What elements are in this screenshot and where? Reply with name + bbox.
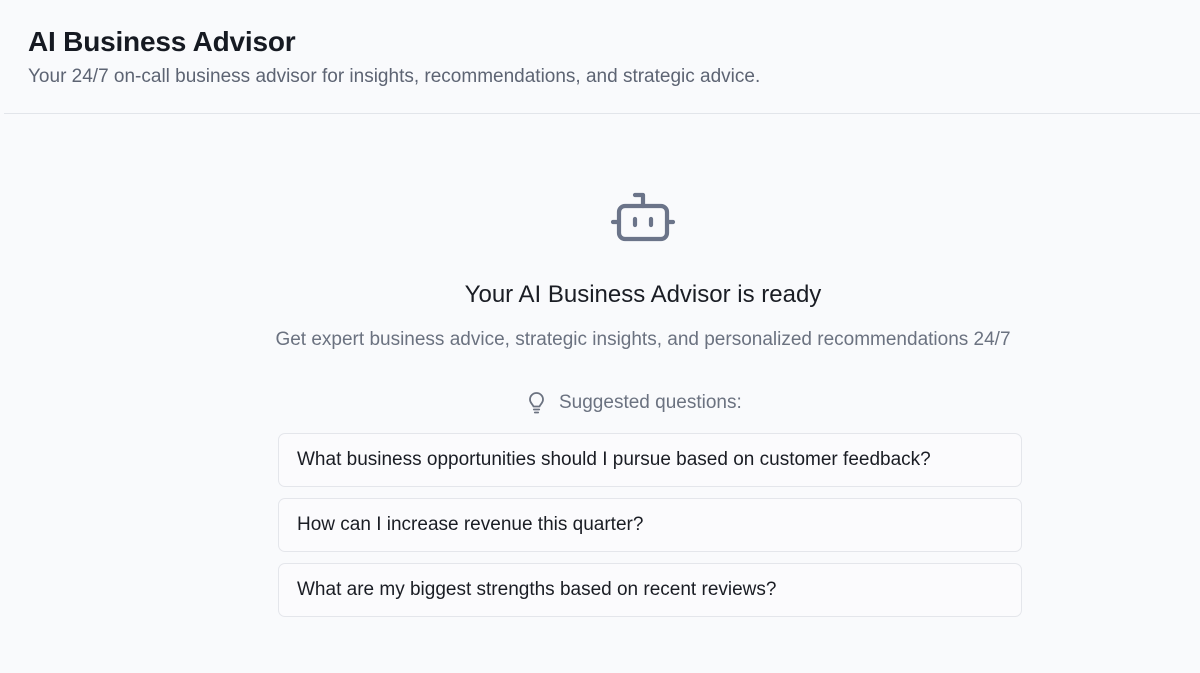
suggestion-button[interactable]: How can I increase revenue this quarter? [278, 498, 1022, 552]
page-header: AI Business Advisor Your 24/7 on-call bu… [0, 0, 1200, 113]
ready-description: Get expert business advice, strategic in… [275, 329, 1011, 350]
chat-empty-state: Your AI Business Advisor is ready Get ex… [0, 114, 1200, 673]
suggestion-button[interactable]: What business opportunities should I pur… [278, 433, 1022, 487]
suggested-questions-list: What business opportunities should I pur… [278, 433, 1022, 628]
suggestion-button[interactable]: What are my biggest strengths based on r… [278, 563, 1022, 617]
ready-heading: Your AI Business Advisor is ready [464, 281, 822, 308]
page-title: AI Business Advisor [28, 26, 296, 57]
lightbulb-icon [529, 392, 544, 414]
page-subtitle: Your 24/7 on-call business advisor for i… [28, 66, 761, 87]
suggested-questions-label: Suggested questions: [528, 391, 742, 415]
bot-icon [610, 192, 676, 242]
suggested-questions-text: Suggested questions: [559, 392, 742, 413]
